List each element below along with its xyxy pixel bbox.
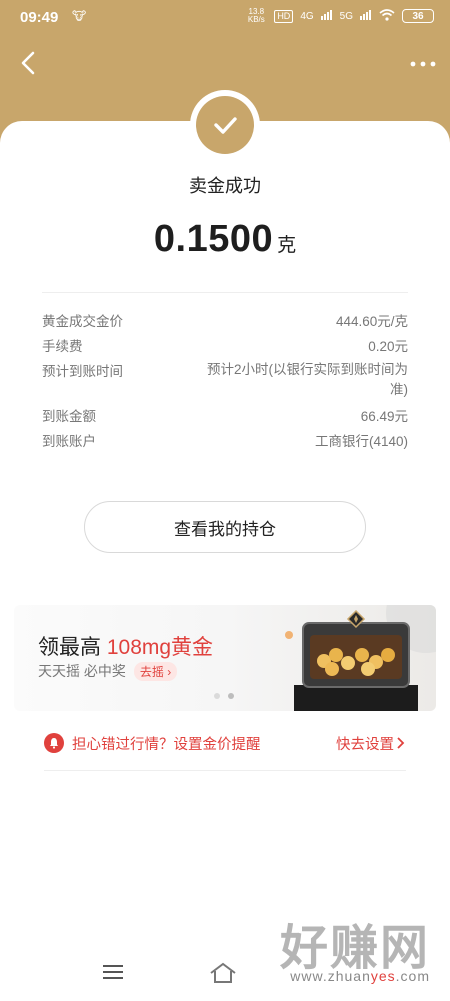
banner-pagination	[214, 693, 234, 699]
battery-icon: 36	[402, 9, 434, 23]
status-bar: 09:49 🐮 13.8 KB/s HD 4G 5G 36	[0, 0, 450, 36]
signal-5g: 5G	[339, 10, 353, 22]
back-button[interactable]	[14, 48, 44, 78]
promo-banner[interactable]: 领最高 108mg黄金 天天摇 必中奖 去摇 ›	[14, 605, 436, 711]
signal-bars-icon-2	[360, 9, 372, 23]
banner-subtitle-row: 天天摇 必中奖 去摇 ›	[38, 661, 178, 681]
view-holdings-button[interactable]: 查看我的持仓	[84, 501, 366, 553]
pagination-dot[interactable]	[214, 693, 220, 699]
treasure-chest-image	[285, 605, 436, 711]
pagination-dot-active[interactable]	[228, 693, 234, 699]
amount-row: 0.1500 克	[0, 218, 450, 261]
set-alert-link[interactable]: 快去设置	[336, 733, 406, 754]
go-shake-button[interactable]: 去摇 ›	[133, 661, 178, 681]
chevron-right-icon	[397, 737, 405, 749]
more-dots-icon	[410, 61, 436, 67]
banner-subtitle: 天天摇 必中奖	[38, 663, 126, 679]
signal-4g: 4G	[300, 10, 314, 22]
detail-label: 到账金额	[42, 409, 96, 424]
status-time: 09:49	[20, 9, 59, 26]
more-button[interactable]	[408, 52, 438, 76]
divider	[42, 292, 408, 293]
check-icon	[214, 117, 237, 134]
detail-value: 预计2小时(以银行实际到账时间为准)	[206, 362, 408, 397]
detail-label: 手续费	[42, 339, 83, 354]
detail-label: 预计到账时间	[42, 364, 123, 379]
hd-badge: HD	[274, 9, 294, 23]
net-speed: 13.8 KB/s	[247, 7, 265, 24]
detail-row-price: 黄金成交金价 444.60元/克	[42, 310, 408, 330]
chevron-left-icon	[21, 51, 35, 75]
battery-level: 36	[412, 10, 424, 22]
detail-value: 0.20元	[368, 339, 408, 354]
price-alert-text: 担心错过行情？设置金价提醒	[72, 736, 261, 753]
signal-bars-icon	[320, 9, 333, 23]
detail-row-amount: 到账金额 66.49元	[42, 405, 408, 425]
detail-value: 工商银行(4140)	[314, 434, 408, 449]
app-notification-icon: 🐮	[72, 9, 87, 23]
detail-row-fee: 手续费 0.20元	[42, 335, 408, 355]
banner-title-prefix: 领最高	[38, 636, 107, 659]
gold-amount: 0.1500	[153, 218, 274, 260]
detail-row-arrival-time: 预计到账时间 预计2小时(以银行实际到账时间为准)	[42, 360, 408, 400]
menu-icon	[103, 965, 123, 979]
home-button[interactable]	[208, 961, 238, 985]
bell-icon	[44, 733, 64, 753]
go-shake-label: 去摇	[139, 664, 164, 679]
detail-row-account: 到账账户 工商银行(4140)	[42, 430, 408, 450]
menu-button[interactable]	[102, 963, 124, 981]
wifi-icon	[379, 8, 395, 24]
banner-title: 领最高 108mg黄金	[38, 631, 213, 661]
success-icon	[196, 96, 254, 154]
system-navigation-bar	[0, 955, 450, 995]
set-alert-label: 快去设置	[336, 736, 394, 753]
home-icon	[210, 962, 236, 983]
price-alert-prompt: 担心错过行情？设置金价提醒	[44, 733, 261, 754]
result-title: 卖金成功	[189, 176, 261, 196]
amount-unit: 克	[277, 235, 297, 256]
detail-label: 黄金成交金价	[42, 314, 123, 329]
price-alert-row[interactable]: 担心错过行情？设置金价提醒 快去设置	[44, 728, 406, 758]
status-indicators: 13.8 KB/s HD 4G 5G 36	[245, 8, 434, 24]
divider	[44, 770, 406, 771]
detail-value: 66.49元	[360, 409, 408, 424]
detail-label: 到账账户	[42, 434, 96, 449]
detail-value: 444.60元/克	[335, 314, 408, 329]
banner-title-highlight: 108mg黄金	[106, 636, 214, 659]
